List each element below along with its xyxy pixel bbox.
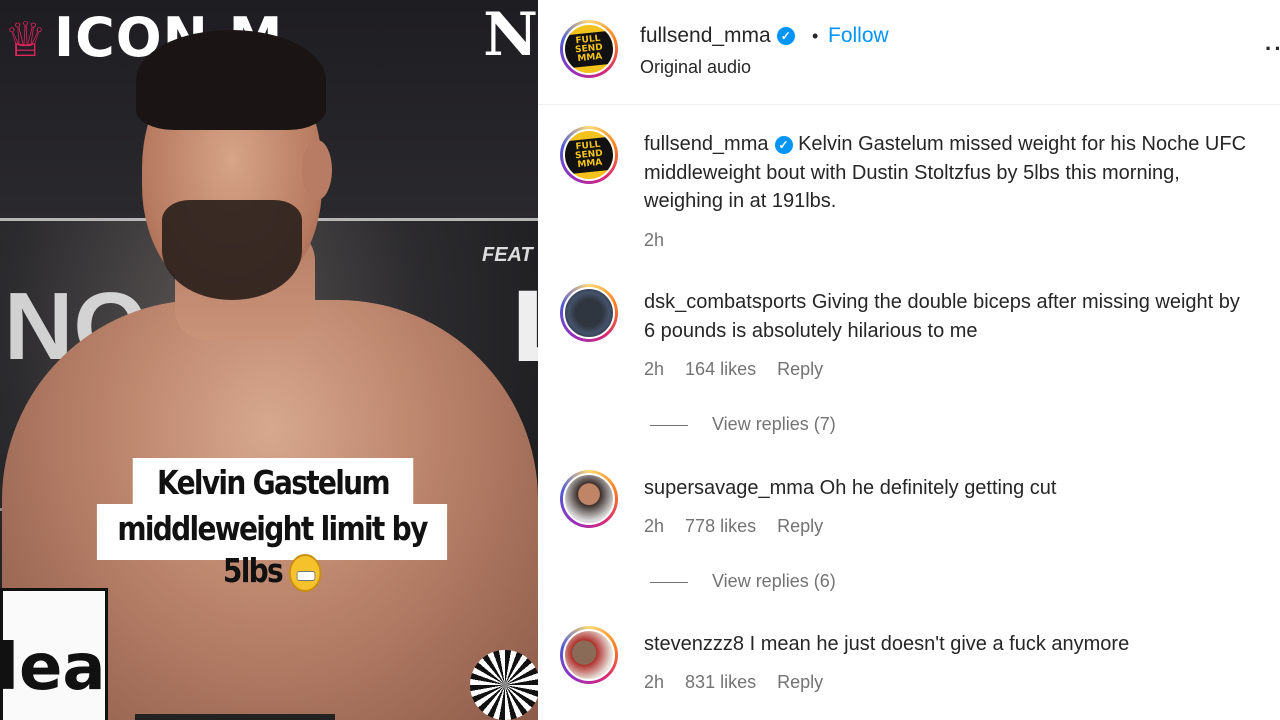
- caption-author-avatar[interactable]: FULL SEND MMA: [560, 126, 618, 184]
- sponsor-banner-right: N: [483, 0, 538, 70]
- comment-text: I mean he just doesn't give a fuck anymo…: [749, 633, 1130, 655]
- fighter-beard: [162, 200, 302, 300]
- caption-avatar-text: FULL SEND MMA: [565, 136, 613, 174]
- comment-meta: 2h 778 likes Reply: [644, 516, 839, 537]
- replies-divider: [650, 581, 688, 583]
- caption-line-2-wrap: middleweight limit by 5lbs: [97, 508, 447, 592]
- view-replies-button[interactable]: View replies (7): [650, 414, 836, 435]
- reply-button[interactable]: Reply: [777, 516, 823, 536]
- caption-body: fullsend_mma ✓ Kelvin Gastelum missed wei…: [644, 130, 1254, 216]
- comment-meta: 2h 164 likes Reply: [644, 359, 839, 380]
- comment-body: dsk_combatsports Giving the double bicep…: [644, 288, 1254, 345]
- weigh-in-scale: [135, 714, 335, 720]
- comment-likes[interactable]: 831 likes: [685, 672, 756, 692]
- comment-timestamp: 2h: [644, 516, 665, 536]
- comments-panel: FULL SEND MMA fullsend_mma ✓ • Follow Ori…: [538, 0, 1280, 720]
- reel-video[interactable]: ♕ICON M N NO FEAT L leals Kelvin Gastelu…: [0, 0, 538, 720]
- comment-text: Oh he definitely getting cut: [819, 477, 1057, 499]
- commenter-avatar[interactable]: [560, 470, 618, 528]
- author-username-wrap: fullsend_mma ✓: [640, 24, 795, 48]
- caption-line-2-box: middleweight limit by 5lbs: [96, 504, 448, 592]
- author-username[interactable]: fullsend_mma: [640, 24, 771, 47]
- comment-username[interactable]: stevenzzz8: [644, 633, 744, 655]
- backdrop-feat-text: FEAT: [482, 244, 533, 266]
- caption-username[interactable]: fullsend_mma: [644, 133, 769, 155]
- verified-badge-icon: ✓: [774, 135, 793, 154]
- caption-meta: 2h: [644, 230, 680, 251]
- follow-button[interactable]: Follow: [828, 24, 889, 48]
- backdrop-letter-right: L: [510, 272, 538, 384]
- comment-timestamp: 2h: [644, 672, 665, 692]
- author-avatar[interactable]: FULL SEND MMA: [560, 20, 618, 78]
- comment-timestamp: 2h: [644, 359, 665, 379]
- post-header: FULL SEND MMA fullsend_mma ✓ • Follow Ori…: [538, 0, 1280, 105]
- reply-button[interactable]: Reply: [777, 359, 823, 379]
- trophy-icon: ♕: [4, 12, 49, 68]
- commenter-avatar[interactable]: [560, 626, 618, 684]
- view-replies-button[interactable]: View replies (6): [650, 571, 836, 592]
- sunburst-logo: [470, 650, 538, 720]
- caption-line-1-box: Kelvin Gastelum misses: [132, 458, 414, 544]
- fighter-hair: [136, 30, 326, 130]
- separator-dot: •: [812, 26, 819, 46]
- comment-likes[interactable]: 164 likes: [685, 359, 756, 379]
- author-avatar-text: FULL SEND MMA: [565, 30, 613, 68]
- comment-likes[interactable]: 778 likes: [685, 516, 756, 536]
- comment-meta: 2h 831 likes Reply: [644, 672, 839, 693]
- more-options-icon[interactable]: ···: [1265, 36, 1280, 62]
- sponsor-sign: leals: [0, 588, 108, 720]
- fighter-ear: [302, 140, 332, 200]
- reply-button[interactable]: Reply: [777, 672, 823, 692]
- comment-body: stevenzzz8 I mean he just doesn't give a…: [644, 630, 1254, 659]
- grimacing-face-emoji-icon: [288, 553, 322, 592]
- caption-line-2: middleweight limit by 5lbs: [117, 509, 428, 590]
- comment-username[interactable]: dsk_combatsports: [644, 291, 806, 313]
- comment-body: supersavage_mma Oh he definitely getting…: [644, 474, 1254, 503]
- caption-timestamp: 2h: [644, 230, 665, 250]
- original-audio-link[interactable]: Original audio: [640, 57, 751, 78]
- verified-badge-icon: ✓: [776, 27, 795, 46]
- replies-divider: [650, 424, 688, 426]
- comment-username[interactable]: supersavage_mma: [644, 477, 814, 499]
- view-replies-label: View replies (6): [712, 571, 836, 591]
- commenter-avatar[interactable]: [560, 284, 618, 342]
- sponsor-sign-text: leals: [0, 631, 106, 705]
- view-replies-label: View replies (7): [712, 414, 836, 434]
